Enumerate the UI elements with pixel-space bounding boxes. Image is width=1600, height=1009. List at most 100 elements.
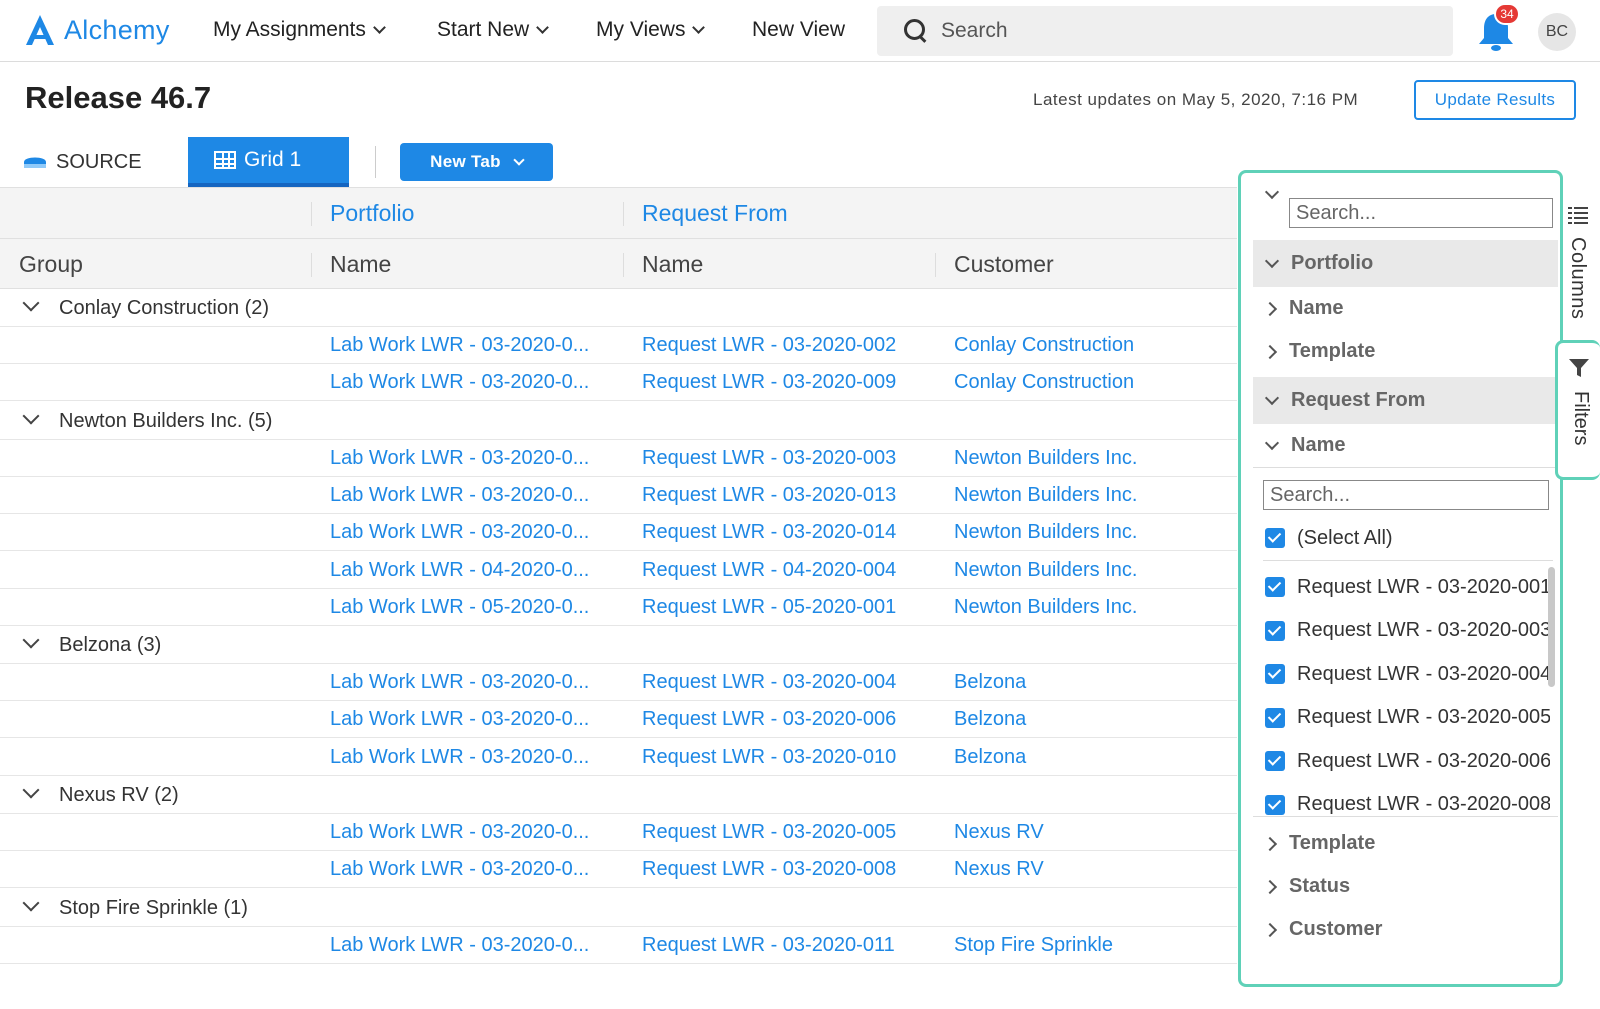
customer-link[interactable]: Belzona	[954, 746, 1026, 769]
request-name-link[interactable]: Request LWR - 03-2020-002	[642, 334, 896, 357]
column-divider	[311, 253, 312, 277]
request-name-link[interactable]: Request LWR - 03-2020-009	[642, 371, 896, 394]
panel-item-label: Customer	[1289, 918, 1383, 940]
request-name-link[interactable]: Request LWR - 03-2020-005	[642, 821, 896, 844]
customer-link[interactable]: Conlay Construction	[954, 371, 1134, 394]
brand-logo[interactable]: Alchemy	[24, 10, 170, 50]
update-results-button[interactable]: Update Results	[1414, 80, 1576, 120]
filter-select-all[interactable]: (Select All)	[1265, 523, 1550, 553]
filter-option[interactable]: Request LWR - 03-2020-008	[1265, 790, 1550, 820]
table-row: Lab Work LWR - 03-2020-0... Request LWR -…	[0, 664, 1237, 702]
chevron-down-icon[interactable]	[22, 631, 40, 649]
column-divider	[623, 202, 624, 226]
request-name-link[interactable]: Request LWR - 03-2020-014	[642, 521, 896, 544]
column-header-customer[interactable]: Customer	[954, 251, 1054, 278]
panel-item-request-name[interactable]: Name	[1253, 424, 1558, 467]
alchemy-logo-icon	[26, 15, 54, 45]
customer-link[interactable]: Conlay Construction	[954, 334, 1134, 357]
chevron-down-icon[interactable]	[22, 894, 40, 912]
portfolio-name-link[interactable]: Lab Work LWR - 04-2020-0...	[330, 559, 589, 582]
group-header-portfolio[interactable]: Portfolio	[330, 200, 414, 227]
request-name-link[interactable]: Request LWR - 03-2020-010	[642, 746, 896, 769]
request-name-link[interactable]: Request LWR - 03-2020-004	[642, 671, 896, 694]
nav-new-view[interactable]: New View	[752, 18, 845, 42]
global-search-input[interactable]	[941, 19, 1421, 43]
chevron-down-icon	[513, 153, 525, 166]
portfolio-name-link[interactable]: Lab Work LWR - 03-2020-0...	[330, 447, 589, 470]
portfolio-name-link[interactable]: Lab Work LWR - 03-2020-0...	[330, 484, 589, 507]
side-tab-filters[interactable]: Filters	[1555, 340, 1600, 480]
request-name-link[interactable]: Request LWR - 03-2020-011	[642, 934, 895, 957]
chevron-down-icon	[536, 21, 550, 34]
side-tab-columns[interactable]: Columns	[1560, 195, 1596, 335]
portfolio-name-link[interactable]: Lab Work LWR - 03-2020-0...	[330, 934, 589, 957]
nav-my-views[interactable]: My Views	[596, 18, 706, 42]
panel-item-portfolio-template[interactable]: Template	[1253, 330, 1558, 373]
customer-link[interactable]: Newton Builders Inc.	[954, 447, 1137, 470]
portfolio-name-link[interactable]: Lab Work LWR - 03-2020-0...	[330, 858, 589, 881]
filter-option[interactable]: Request LWR - 03-2020-006	[1265, 746, 1550, 776]
panel-item-request-template[interactable]: Template	[1253, 822, 1558, 865]
panel-group-request-from[interactable]: Request From	[1253, 377, 1558, 424]
portfolio-name-link[interactable]: Lab Work LWR - 03-2020-0...	[330, 746, 589, 769]
group-header-request-from[interactable]: Request From	[642, 200, 788, 227]
portfolio-name-link[interactable]: Lab Work LWR - 03-2020-0...	[330, 671, 589, 694]
request-name-link[interactable]: Request LWR - 03-2020-003	[642, 447, 896, 470]
column-header-portfolio-name[interactable]: Name	[330, 251, 391, 278]
portfolio-name-link[interactable]: Lab Work LWR - 05-2020-0...	[330, 596, 589, 619]
portfolio-name-link[interactable]: Lab Work LWR - 03-2020-0...	[330, 821, 589, 844]
chevron-down-icon[interactable]	[22, 294, 40, 312]
tab-grid-1[interactable]: Grid 1	[188, 137, 349, 187]
filter-option[interactable]: Request LWR - 03-2020-003	[1265, 616, 1550, 646]
nav-start-new[interactable]: Start New	[437, 18, 550, 42]
nav-my-assignments[interactable]: My Assignments	[213, 18, 386, 42]
column-header-group[interactable]: Group	[19, 251, 83, 278]
customer-link[interactable]: Newton Builders Inc.	[954, 484, 1137, 507]
panel-item-status[interactable]: Status	[1253, 865, 1558, 908]
customer-link[interactable]: Newton Builders Inc.	[954, 596, 1137, 619]
chevron-down-icon[interactable]	[1264, 184, 1280, 200]
group-row[interactable]: Nexus RV (2)	[0, 776, 1237, 814]
customer-link[interactable]: Newton Builders Inc.	[954, 521, 1137, 544]
chevron-down-icon[interactable]	[22, 407, 40, 425]
column-header-request-name[interactable]: Name	[642, 251, 703, 278]
filter-option[interactable]: Request LWR - 03-2020-005	[1265, 703, 1550, 733]
customer-link[interactable]: Belzona	[954, 708, 1026, 731]
user-avatar[interactable]: BC	[1538, 13, 1576, 51]
portfolio-name-link[interactable]: Lab Work LWR - 03-2020-0...	[330, 371, 589, 394]
panel-item-customer[interactable]: Customer	[1253, 908, 1558, 951]
customer-link[interactable]: Nexus RV	[954, 821, 1044, 844]
table-row: Lab Work LWR - 03-2020-0... Request LWR -…	[0, 701, 1237, 739]
customer-link[interactable]: Belzona	[954, 671, 1026, 694]
customer-link[interactable]: Stop Fire Sprinkle	[954, 934, 1113, 957]
panel-item-portfolio-name[interactable]: Name	[1253, 287, 1558, 330]
request-name-link[interactable]: Request LWR - 03-2020-006	[642, 708, 896, 731]
nav-label: New View	[752, 18, 845, 41]
portfolio-name-link[interactable]: Lab Work LWR - 03-2020-0...	[330, 708, 589, 731]
filter-search-input[interactable]	[1263, 480, 1549, 510]
request-name-link[interactable]: Request LWR - 03-2020-013	[642, 484, 896, 507]
request-name-link[interactable]: Request LWR - 04-2020-004	[642, 559, 896, 582]
group-row[interactable]: Stop Fire Sprinkle (1)	[0, 889, 1237, 927]
group-row[interactable]: Belzona (3)	[0, 626, 1237, 665]
tab-source[interactable]: SOURCE	[22, 140, 142, 184]
filter-scrollbar[interactable]	[1548, 567, 1555, 687]
filter-option[interactable]: Request LWR - 03-2020-001	[1265, 572, 1550, 602]
new-tab-button[interactable]: New Tab	[400, 143, 553, 181]
group-label: Nexus RV (2)	[59, 784, 179, 806]
group-row[interactable]: Newton Builders Inc. (5)	[0, 402, 1237, 440]
customer-link[interactable]: Nexus RV	[954, 858, 1044, 881]
chevron-down-icon[interactable]	[22, 781, 40, 799]
columns-search-input[interactable]	[1289, 198, 1553, 228]
filter-option[interactable]: Request LWR - 03-2020-004	[1265, 659, 1550, 689]
panel-group-portfolio[interactable]: Portfolio	[1253, 240, 1558, 287]
group-row[interactable]: Conlay Construction (2)	[0, 289, 1237, 327]
request-name-link[interactable]: Request LWR - 03-2020-008	[642, 858, 896, 881]
notification-badge: 34	[1494, 3, 1520, 25]
request-name-link[interactable]: Request LWR - 05-2020-001	[642, 596, 896, 619]
customer-link[interactable]: Newton Builders Inc.	[954, 559, 1137, 582]
portfolio-name-link[interactable]: Lab Work LWR - 03-2020-0...	[330, 334, 589, 357]
portfolio-name-link[interactable]: Lab Work LWR - 03-2020-0...	[330, 521, 589, 544]
nav-label: Start New	[437, 18, 530, 41]
filter-option-label: (Select All)	[1297, 526, 1393, 549]
